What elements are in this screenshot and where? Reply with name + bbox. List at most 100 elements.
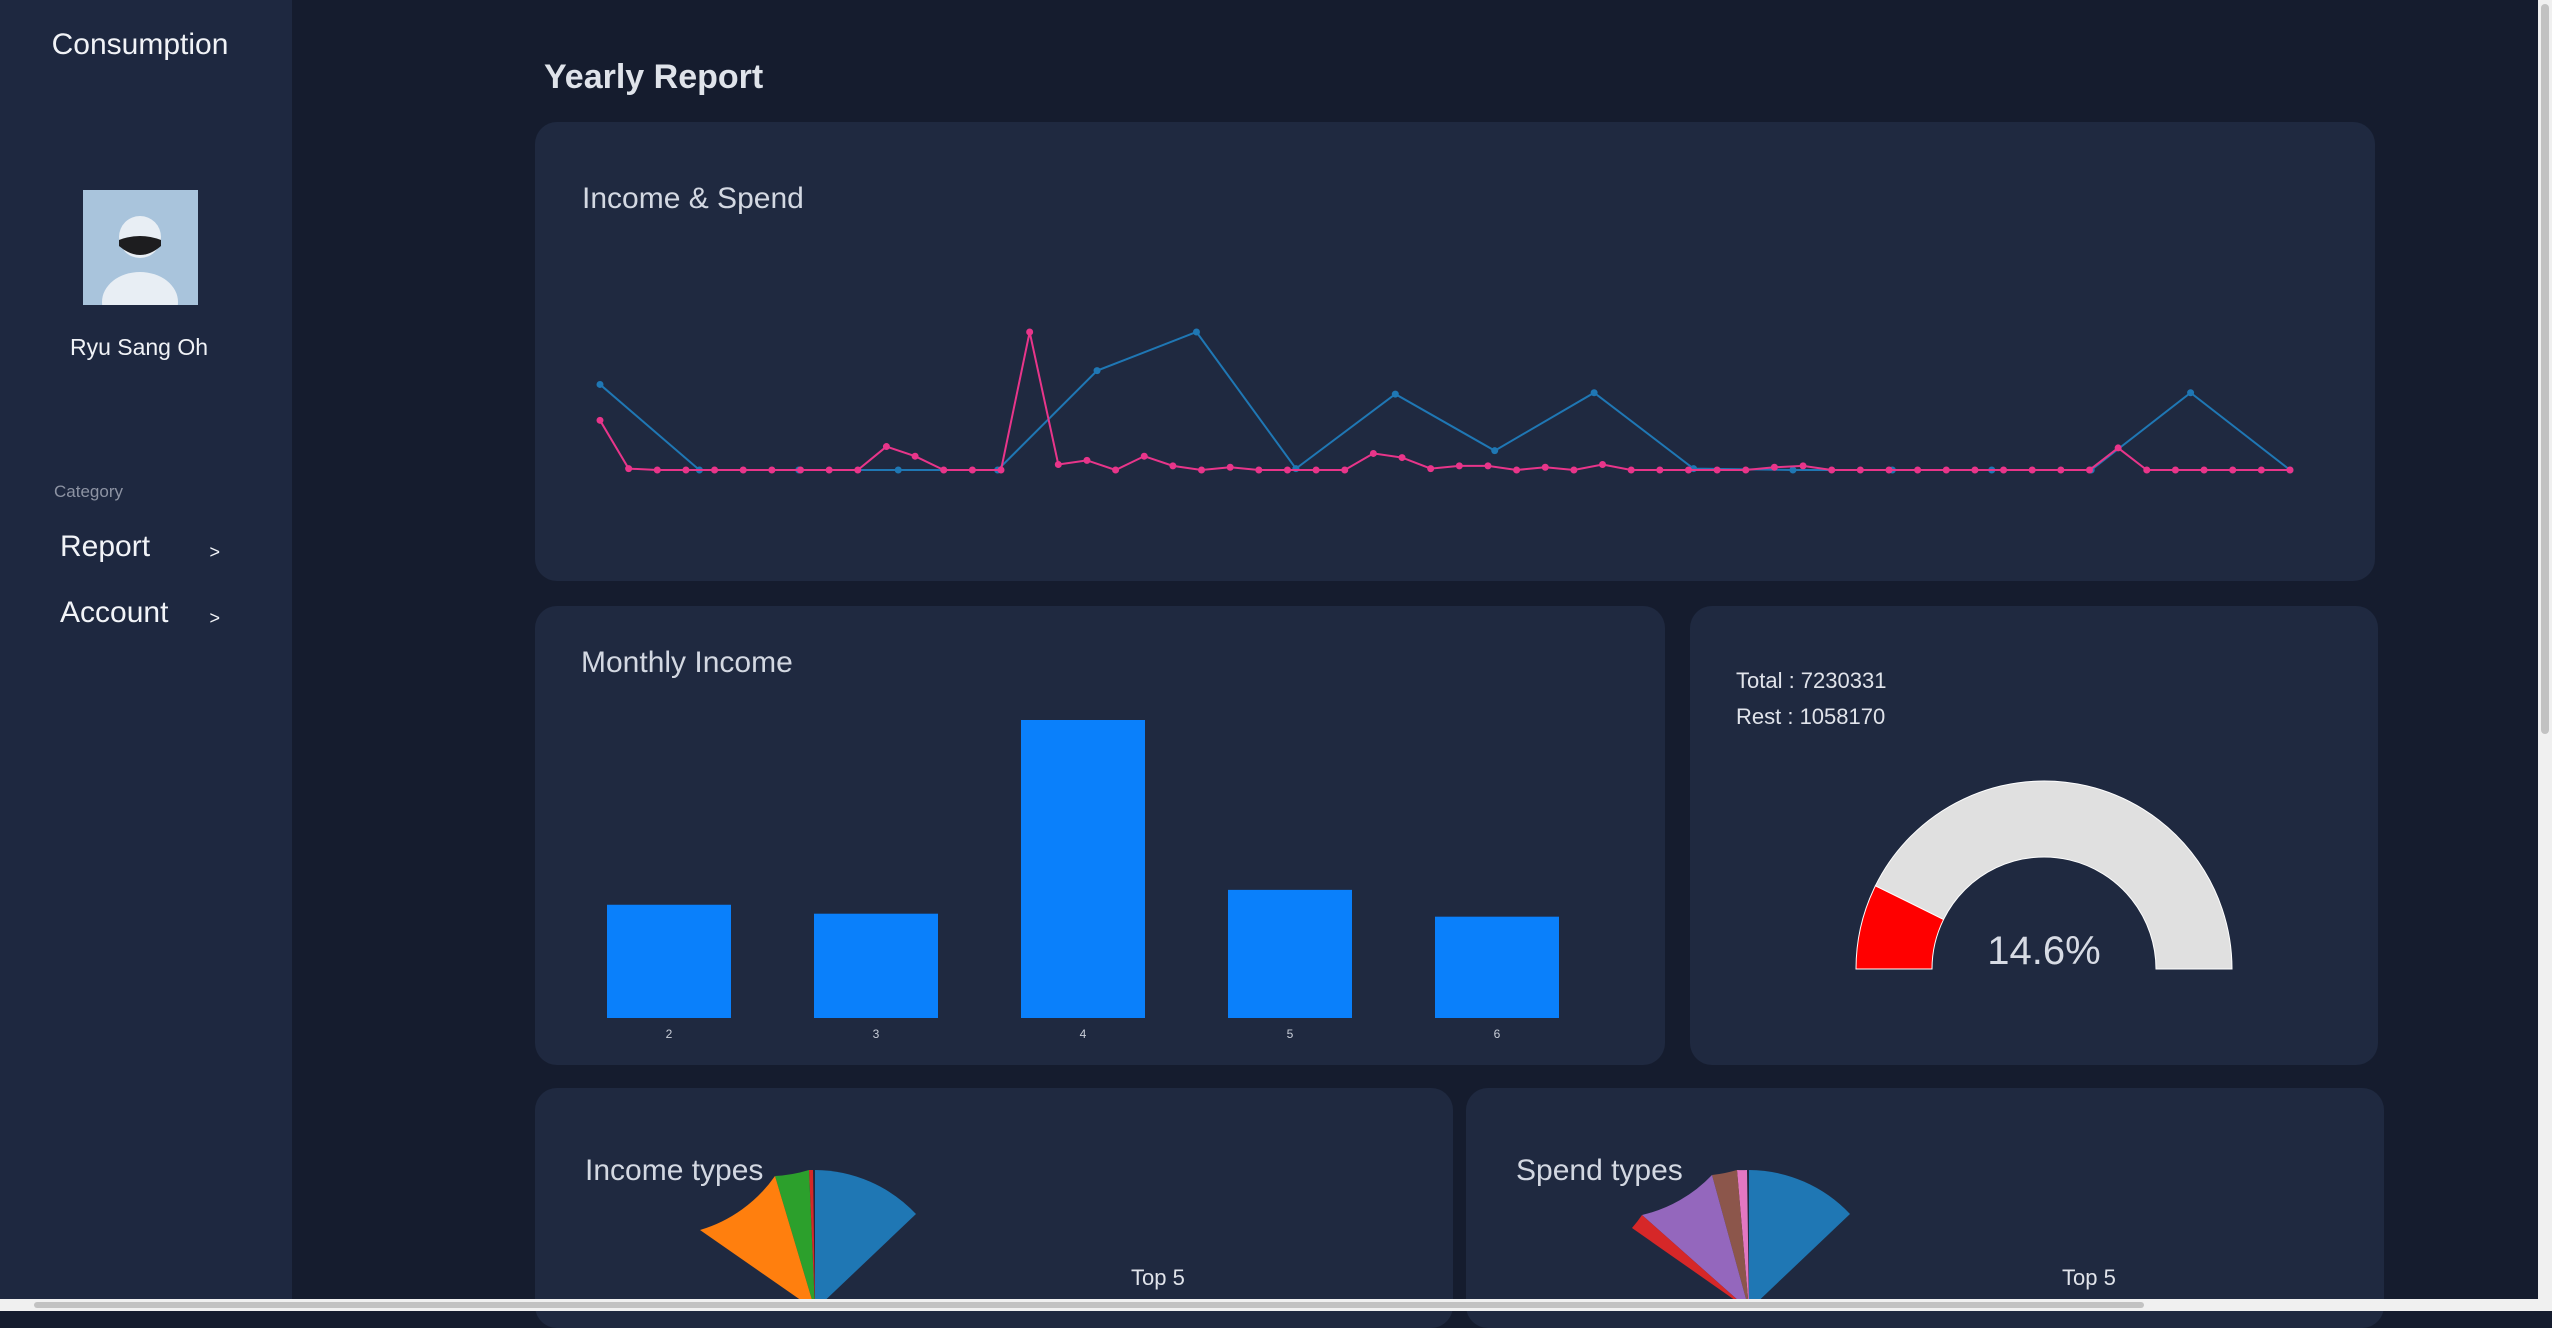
data-point (711, 466, 719, 474)
data-point (1942, 466, 1950, 474)
data-point (1828, 466, 1836, 474)
data-point (1590, 389, 1598, 397)
data-point (2200, 466, 2208, 474)
data-point (2286, 466, 2294, 474)
data-point (854, 466, 862, 474)
series-line (599, 331, 2290, 472)
data-point (1398, 454, 1406, 462)
data-point (997, 466, 1005, 474)
income-types-pie (700, 1170, 916, 1310)
data-point (1599, 460, 1607, 468)
gauge-card: Total : 7230331 Rest : 1058170 14.6% (1690, 606, 2378, 1065)
data-point (2171, 466, 2179, 474)
income-spend-chart (596, 328, 2294, 474)
data-point (1255, 466, 1263, 474)
chevron-right-icon: > (209, 542, 220, 562)
data-point (1570, 466, 1578, 474)
data-point (2114, 444, 2122, 452)
data-point (797, 466, 805, 474)
monthly-income-card: Monthly Income 23456 (535, 606, 1665, 1065)
data-point (1484, 462, 1492, 470)
bar (1228, 889, 1352, 1018)
data-point (682, 466, 690, 474)
app-title[interactable]: Consumption (0, 28, 280, 62)
data-point (2143, 466, 2151, 474)
monthly-income-chart: 2 3 4 5 6 (607, 720, 1559, 1041)
user-name: Ryu Sang Oh (69, 334, 209, 360)
data-point (1789, 466, 1797, 474)
tick-label: 4 (1080, 1027, 1087, 1041)
scrollbar-thumb[interactable] (34, 1302, 2144, 1308)
data-point (1369, 449, 1377, 457)
data-point (1341, 466, 1349, 474)
data-point (1427, 465, 1435, 473)
data-point (1799, 462, 1807, 470)
vertical-scrollbar[interactable] (2538, 0, 2552, 1311)
data-point (1198, 466, 1206, 474)
category-label: Category (54, 482, 123, 501)
data-point (1226, 463, 1234, 471)
sidebar-item-label: Report (60, 530, 151, 563)
data-point (596, 416, 604, 424)
data-point (1054, 460, 1062, 468)
data-point (1026, 328, 1034, 336)
data-point (1742, 466, 1750, 474)
data-point (1971, 466, 1979, 474)
data-point (1491, 447, 1499, 455)
data-point (1093, 367, 1101, 375)
data-point (768, 466, 776, 474)
data-point (825, 466, 833, 474)
page-title: Yearly Report (544, 58, 764, 96)
data-point (1169, 462, 1177, 470)
data-point (2257, 466, 2265, 474)
sidebar: Consumption Ryu Sang Oh Category Report … (0, 0, 292, 1311)
tick-label: 6 (1494, 1027, 1501, 1041)
bar (1435, 916, 1559, 1018)
data-point (1292, 465, 1300, 473)
pie-slice (815, 1170, 916, 1310)
data-point (2028, 466, 2036, 474)
data-point (2085, 466, 2093, 474)
sidebar-item-account[interactable]: Account > (60, 596, 220, 630)
data-point (1391, 390, 1399, 398)
data-point (1192, 328, 1200, 336)
data-point (1455, 462, 1463, 470)
data-point (968, 466, 976, 474)
data-point (1627, 466, 1635, 474)
chevron-right-icon: > (209, 608, 220, 628)
data-point (1312, 466, 1320, 474)
data-point (1140, 452, 1148, 460)
spend-types-card: Spend types Top 5 6.7% (1466, 1088, 2384, 1328)
data-point (2000, 466, 2008, 474)
income-types-card: Income types Top 5 (535, 1088, 1453, 1328)
sidebar-item-report[interactable]: Report > (60, 530, 220, 564)
data-point (1283, 466, 1291, 474)
horizontal-scrollbar[interactable] (0, 1299, 2552, 1311)
data-point (1083, 456, 1091, 464)
avatar (83, 190, 198, 305)
series-line (599, 330, 2291, 471)
data-point (1770, 463, 1778, 471)
tick-label: 3 (873, 1027, 880, 1041)
data-point (911, 452, 919, 460)
data-point (739, 466, 747, 474)
income-spend-card: Income & Spend (535, 122, 2375, 581)
data-point (1656, 466, 1664, 474)
data-point (940, 466, 948, 474)
data-point (1513, 466, 1521, 474)
tick-label: 2 (666, 1027, 673, 1041)
data-point (1885, 466, 1893, 474)
data-point (2057, 466, 2065, 474)
data-point (2187, 389, 2195, 397)
bar (1021, 720, 1145, 1018)
data-point (1684, 466, 1692, 474)
bar (607, 904, 731, 1018)
gauge-chart: 14.6% (1855, 780, 2233, 973)
data-point (882, 443, 890, 451)
spend-types-pie: 6.7% (1632, 1170, 1850, 1314)
data-point (2229, 466, 2237, 474)
scrollbar-thumb[interactable] (2541, 4, 2549, 734)
data-point (1112, 466, 1120, 474)
data-point (894, 466, 902, 474)
data-point (1713, 466, 1721, 474)
